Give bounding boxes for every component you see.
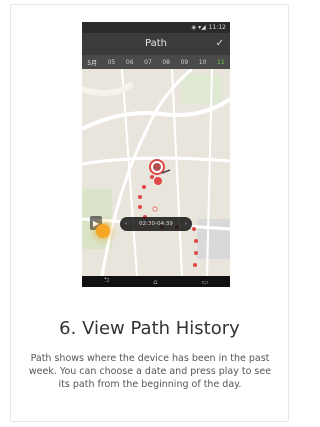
status-time: 11:12 (208, 24, 226, 31)
map-canvas (82, 69, 230, 276)
chevron-left-icon[interactable]: ‹ (125, 221, 127, 227)
back-icon[interactable]: ⮌ (104, 276, 110, 287)
chevron-right-icon[interactable]: › (185, 221, 187, 227)
feature-description: Path shows where the device has been in … (28, 353, 272, 390)
phone-screenshot: ◈ ▾◢ 11:12 Path ✓ 5月 05 06 07 08 09 10 11 (82, 22, 230, 287)
nav-bar: ⮌ ⌂ ▭ (82, 276, 230, 287)
day-08[interactable]: 08 (162, 59, 170, 66)
month-label: 5月 (87, 59, 98, 67)
feature-heading: 6. View Path History (59, 318, 240, 339)
map-view[interactable] (82, 69, 230, 276)
app-title: Path (145, 38, 167, 49)
day-10[interactable]: 10 (199, 59, 207, 66)
recents-icon[interactable]: ▭ (201, 278, 208, 286)
day-06[interactable]: 06 (126, 59, 134, 66)
date-selector: 5月 05 06 07 08 09 10 11 (82, 55, 230, 69)
day-05[interactable]: 05 (108, 59, 116, 66)
day-11[interactable]: 11 (217, 59, 225, 66)
signal-icon: ◈ ▾◢ (191, 24, 206, 31)
check-icon[interactable]: ✓ (216, 33, 224, 55)
app-bar: Path ✓ (82, 33, 230, 55)
touch-indicator (96, 224, 110, 238)
time-range: 02:30-04:39 (139, 221, 173, 227)
playback-controls: ‹ 02:30-04:39 › (120, 217, 192, 231)
day-07[interactable]: 07 (144, 59, 152, 66)
home-icon[interactable]: ⌂ (153, 278, 157, 286)
day-09[interactable]: 09 (181, 59, 189, 66)
status-bar: ◈ ▾◢ 11:12 (82, 22, 230, 33)
